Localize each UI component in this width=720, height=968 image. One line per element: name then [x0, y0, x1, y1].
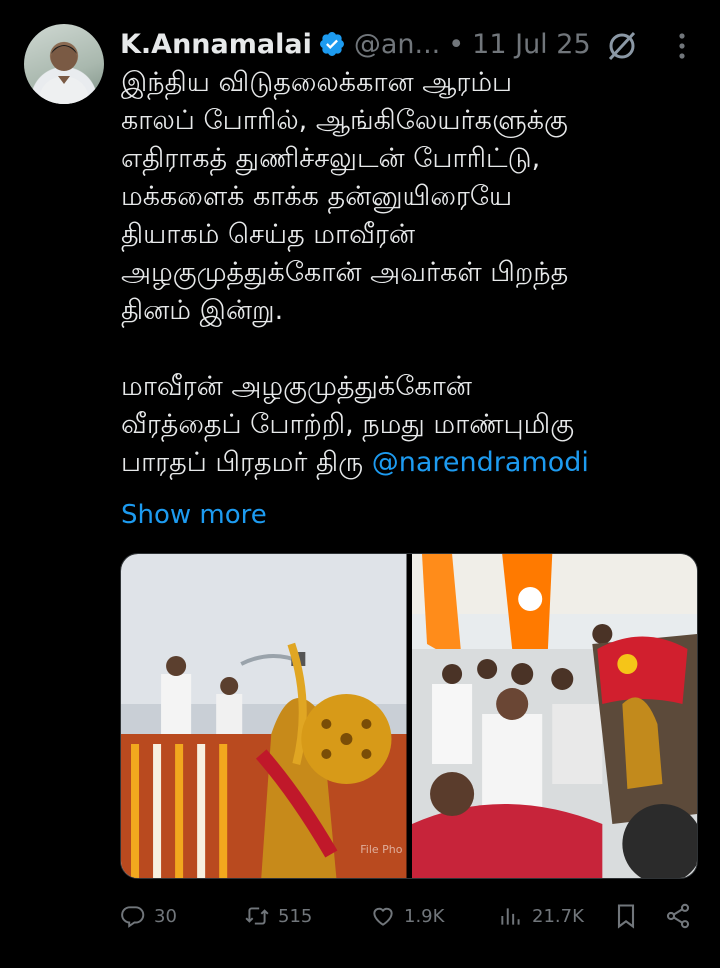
photo-crowd-right[interactable]	[411, 554, 697, 878]
text-line: பாரதப் பிரதமர் திரு @narendramodi	[121, 444, 701, 482]
text-line: இந்திய விடுதலைக்கான ஆரம்ப	[121, 67, 513, 98]
repost-button[interactable]: 515	[244, 896, 312, 936]
media-grid: File Pho	[120, 553, 698, 879]
tweet-date[interactable]: 11 Jul 25	[472, 29, 590, 60]
text-line: தியாகம் செய்த மாவீரன்	[121, 219, 416, 250]
reply-icon	[121, 906, 145, 928]
text-line-prefix: பாரதப் பிரதமர் திரு	[121, 447, 372, 478]
more-icon[interactable]	[664, 28, 700, 64]
text-line: மாவீரன் அழகுமுத்துக்கோன்	[121, 371, 472, 402]
tweet[interactable]: K.Annamalai @an... • 11 Jul 25 இந்திய வி…	[0, 0, 720, 968]
text-line: வீரத்தைப் போற்றி, நமது மாண்புமிகு	[121, 409, 575, 440]
grok-icon[interactable]	[604, 28, 640, 64]
reply-count: 30	[154, 905, 177, 927]
share-icon[interactable]	[664, 902, 692, 930]
show-more-link[interactable]: Show more	[121, 500, 267, 530]
verified-icon	[319, 32, 344, 56]
views-icon	[501, 908, 520, 925]
repost-count: 515	[278, 905, 313, 927]
action-bar: 30 515 1.9K 21.7K	[120, 896, 700, 936]
repost-icon	[245, 907, 269, 925]
like-icon	[373, 907, 393, 926]
like-count: 1.9K	[404, 905, 445, 927]
views-button[interactable]: 21.7K	[498, 896, 584, 936]
avatar[interactable]	[24, 24, 104, 104]
text-line: அழகுமுத்துக்கோன் அவர்கள் பிறந்த	[121, 257, 569, 288]
tweet-text: இந்திய விடுதலைக்கான ஆரம்ப காலப் போரில், …	[121, 64, 701, 482]
text-line: தினம் இன்று.	[121, 295, 284, 326]
text-line: மக்களைக் காக்க தன்னுயிரையே	[121, 181, 513, 212]
bookmark-icon[interactable]	[612, 902, 640, 930]
views-count: 21.7K	[532, 905, 584, 927]
like-button[interactable]: 1.9K	[370, 896, 444, 936]
tweet-header: K.Annamalai @an... • 11 Jul 25	[120, 24, 591, 64]
text-line: எதிராகத் துணிச்சலுடன் போரிட்டு,	[121, 143, 541, 174]
separator-dot: •	[448, 28, 465, 60]
author-handle[interactable]: @an...	[354, 29, 440, 60]
author-name[interactable]: K.Annamalai	[120, 29, 312, 60]
mention-link[interactable]: @narendramodi	[372, 447, 589, 478]
text-line: காலப் போரில், ஆங்கிலேயர்களுக்கு	[121, 105, 568, 136]
reply-button[interactable]: 30	[120, 896, 177, 936]
photo-watermark: File Pho	[360, 843, 403, 856]
photo-statue-left[interactable]: File Pho	[121, 554, 407, 878]
